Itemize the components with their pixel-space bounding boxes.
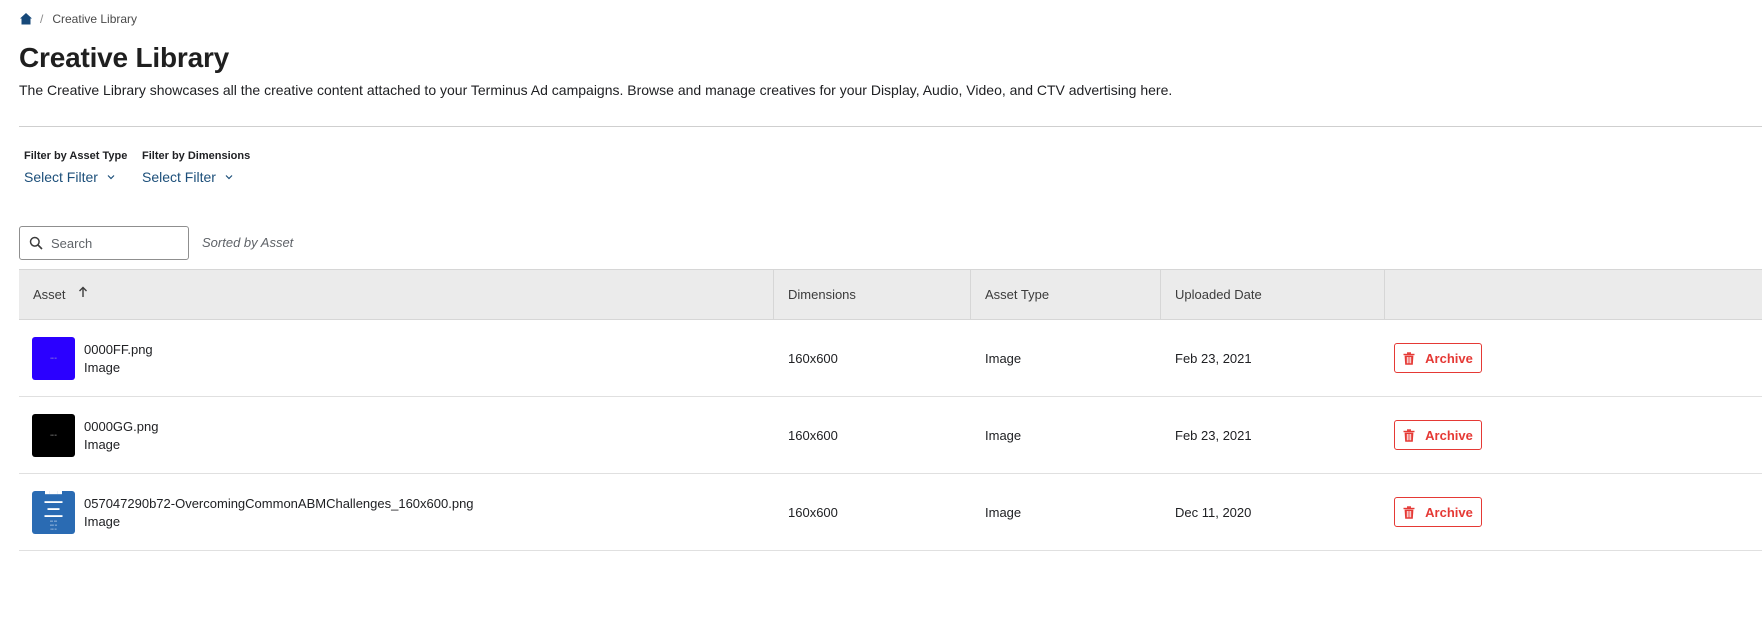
- actions-cell: Archive: [1385, 474, 1562, 550]
- column-header-uploaded-date[interactable]: Uploaded Date: [1161, 270, 1385, 319]
- creatives-table: Asset Dimensions Asset Type Uploaded Dat…: [19, 269, 1762, 551]
- column-header-asset-type[interactable]: Asset Type: [971, 270, 1161, 319]
- search-input[interactable]: [51, 235, 171, 251]
- header-divider: [19, 126, 1762, 127]
- asset-kind: Image: [84, 436, 121, 452]
- breadcrumb: / Creative Library: [19, 10, 137, 28]
- dimensions-cell: 160x600: [788, 350, 838, 366]
- archive-button-label: Archive: [1425, 427, 1473, 443]
- breadcrumb-current: Creative Library: [52, 12, 138, 26]
- archive-button[interactable]: Archive: [1394, 343, 1482, 373]
- asset-name: 0000FF.png: [84, 341, 153, 357]
- archive-button[interactable]: Archive: [1394, 497, 1482, 527]
- trash-icon: [1403, 351, 1415, 365]
- column-header-dimensions[interactable]: Dimensions: [774, 270, 971, 319]
- asset-kind: Image: [84, 513, 121, 529]
- actions-cell: Archive: [1385, 320, 1562, 396]
- filter-dimensions: Filter by Dimensions Select Filter: [142, 150, 250, 185]
- asset-name: 057047290b72-OvercomingCommonABMChalleng…: [84, 495, 474, 511]
- sort-ascending-icon[interactable]: [78, 286, 88, 298]
- column-header-actions: [1385, 270, 1562, 319]
- dimensions-cell: 160x600: [788, 504, 838, 520]
- asset-thumbnail[interactable]: ▪▪▪ ▪▪: [32, 336, 75, 380]
- filter-asset-type-select[interactable]: Select Filter: [24, 169, 127, 185]
- chevron-down-icon: [107, 175, 115, 180]
- filter-asset-type-value: Select Filter: [24, 169, 98, 185]
- actions-cell: Archive: [1385, 397, 1562, 473]
- table-row: ▪▪▪ ▪▪ 0000GG.png Image 160x600 Image Fe…: [19, 397, 1762, 474]
- archive-button-label: Archive: [1425, 504, 1473, 520]
- uploaded-date-cell: Dec 11, 2020: [1175, 504, 1252, 520]
- chevron-down-icon: [225, 175, 233, 180]
- asset-type-cell: Image: [985, 504, 1022, 520]
- asset-kind: Image: [84, 359, 121, 375]
- page-description: The Creative Library showcases all the c…: [19, 82, 1173, 98]
- asset-name: 0000GG.png: [84, 418, 159, 434]
- column-header-asset[interactable]: Asset: [19, 270, 774, 319]
- asset-cell: ▪▪▪ ▪▪ 0000GG.png Image: [19, 397, 774, 473]
- filter-asset-type-label: Filter by Asset Type: [24, 150, 128, 162]
- trash-icon: [1403, 428, 1415, 442]
- filter-dimensions-value: Select Filter: [142, 169, 216, 185]
- table-row: ▀▀▀▀ ▬▬▬ ▬▬ ▬▬▬ ▪▪▪ ▪▪▪ ▪▪▪▪ ▪▪ ▪▪▪ ▪▪ 057047…: [19, 474, 1762, 551]
- sort-status: Sorted by Asset: [202, 235, 294, 250]
- filter-asset-type: Filter by Asset Type Select Filter: [24, 150, 127, 185]
- home-icon[interactable]: [19, 12, 33, 26]
- uploaded-date-cell: Feb 23, 2021: [1175, 427, 1252, 443]
- asset-thumbnail[interactable]: ▀▀▀▀ ▬▬▬ ▬▬ ▬▬▬ ▪▪▪ ▪▪▪ ▪▪▪▪ ▪▪ ▪▪▪ ▪▪: [32, 490, 75, 534]
- dimensions-cell: 160x600: [788, 427, 838, 443]
- search-icon: [29, 236, 43, 250]
- search-box[interactable]: [19, 226, 189, 260]
- asset-cell: ▀▀▀▀ ▬▬▬ ▬▬ ▬▬▬ ▪▪▪ ▪▪▪ ▪▪▪▪ ▪▪ ▪▪▪ ▪▪ 057047…: [19, 474, 774, 550]
- asset-cell: ▪▪▪ ▪▪ 0000FF.png Image: [19, 320, 774, 396]
- archive-button-label: Archive: [1425, 350, 1473, 366]
- asset-thumbnail[interactable]: ▪▪▪ ▪▪: [32, 413, 75, 457]
- uploaded-date-cell: Feb 23, 2021: [1175, 350, 1252, 366]
- asset-type-cell: Image: [985, 427, 1022, 443]
- table-row: ▪▪▪ ▪▪ 0000FF.png Image 160x600 Image Fe…: [19, 320, 1762, 397]
- archive-button[interactable]: Archive: [1394, 420, 1482, 450]
- filter-dimensions-label: Filter by Dimensions: [142, 150, 251, 162]
- page-title: Creative Library: [19, 42, 230, 73]
- trash-icon: [1403, 505, 1415, 519]
- filter-dimensions-select[interactable]: Select Filter: [142, 169, 250, 185]
- table-header: Asset Dimensions Asset Type Uploaded Dat…: [19, 269, 1762, 320]
- breadcrumb-separator: /: [40, 12, 44, 26]
- asset-type-cell: Image: [985, 350, 1022, 366]
